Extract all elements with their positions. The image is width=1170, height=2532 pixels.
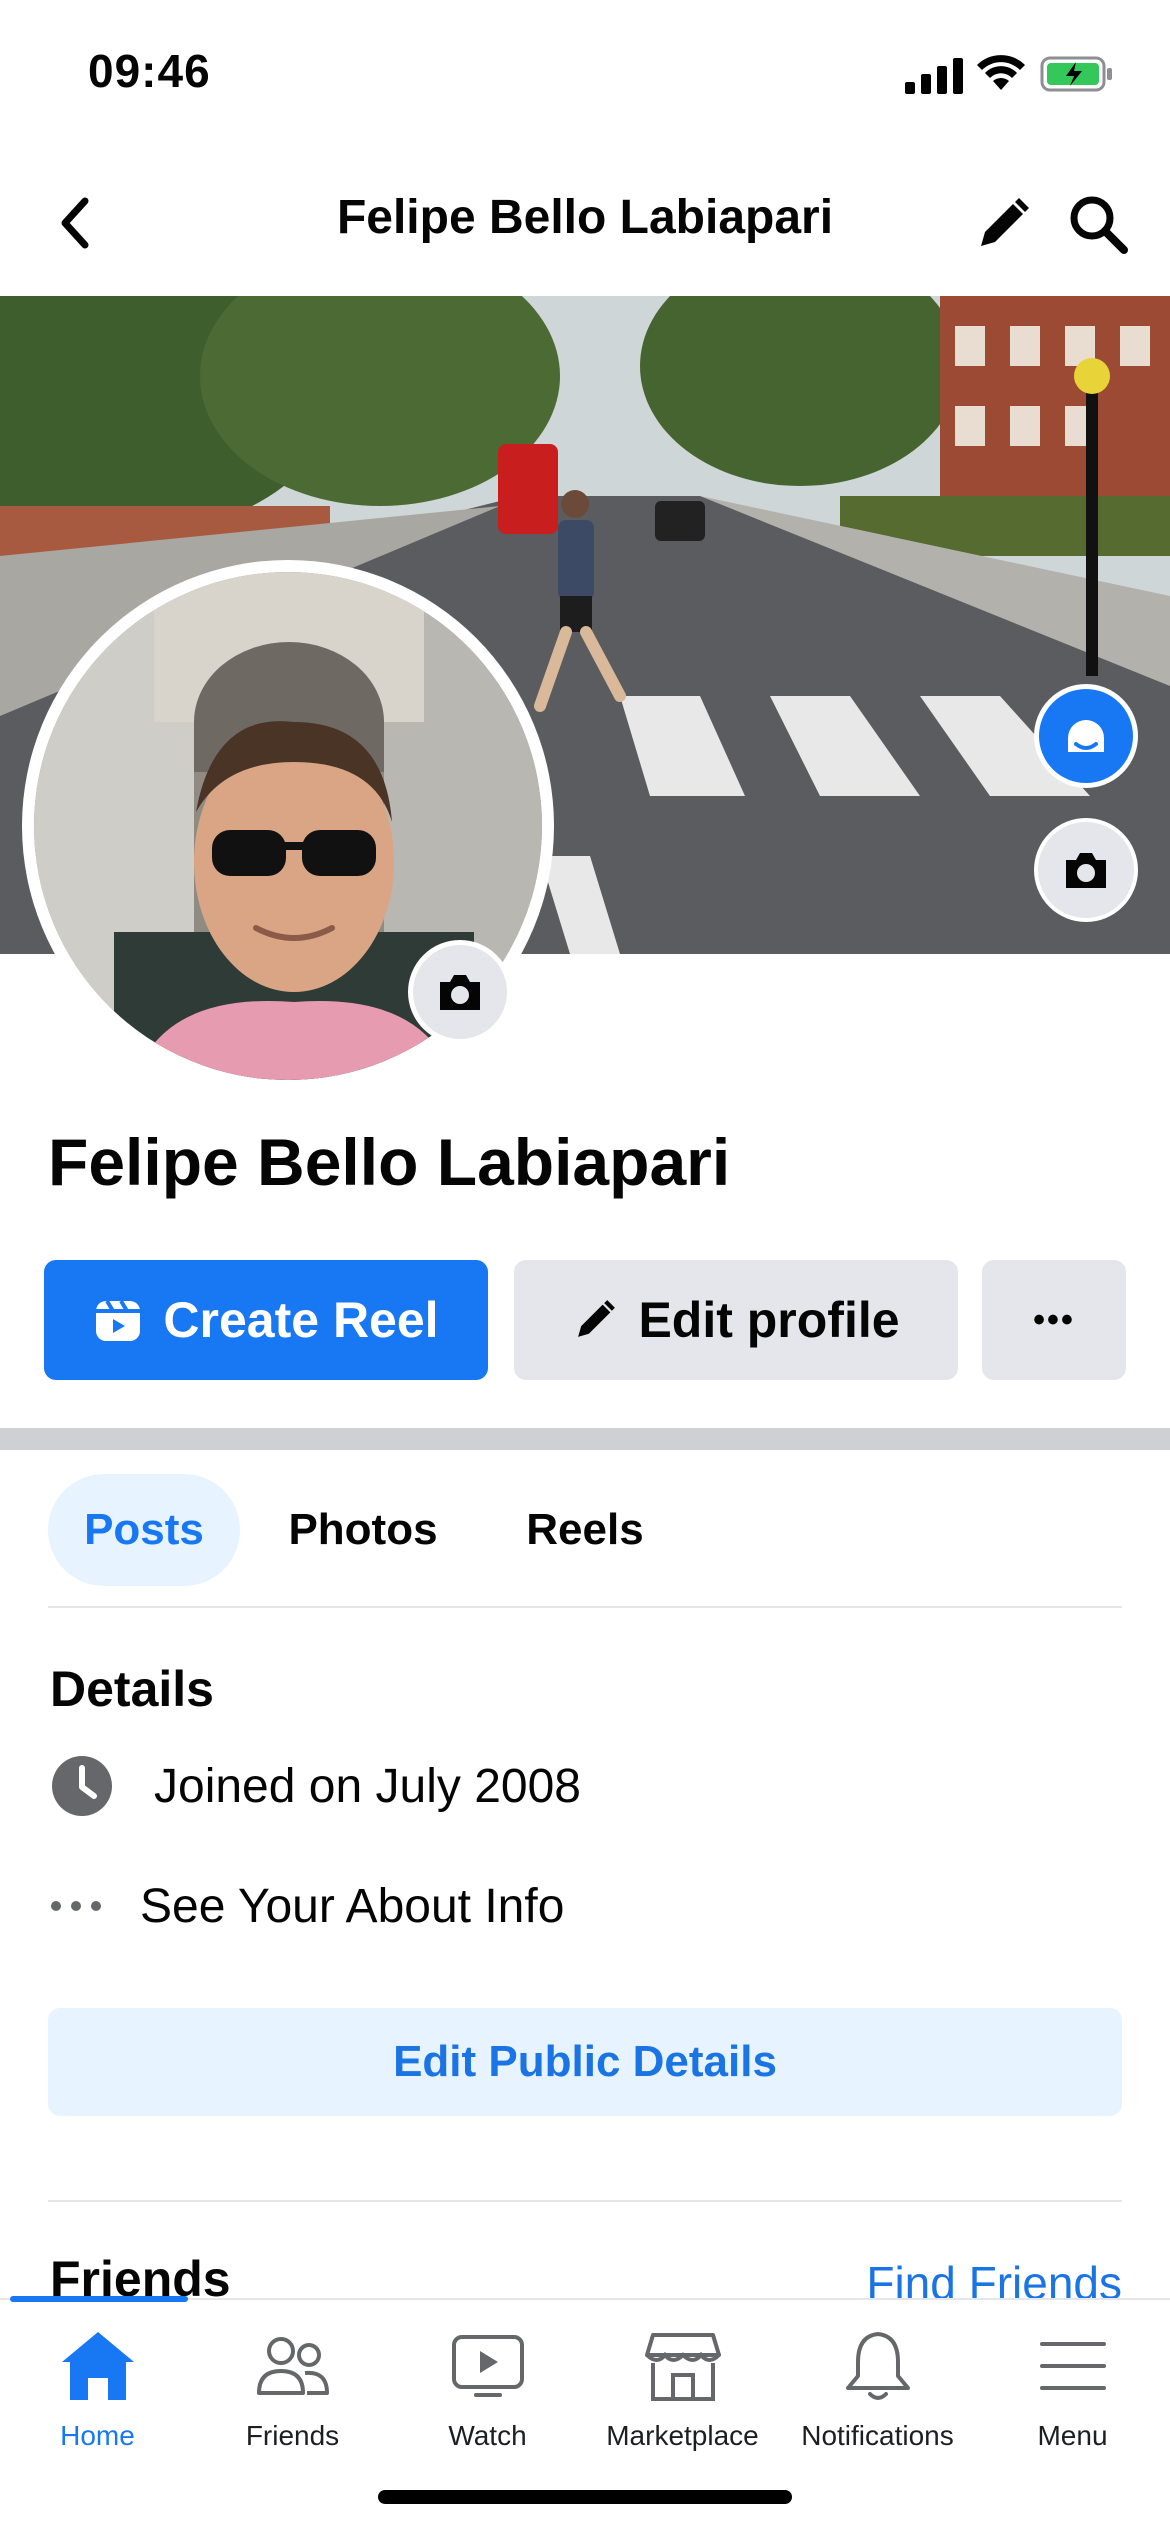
- details-divider: [48, 2200, 1122, 2202]
- tabbar-friends[interactable]: Friends: [195, 2326, 390, 2476]
- profile-name: Felipe Bello Labiapari: [48, 1125, 731, 1199]
- back-arrow-icon: [61, 197, 89, 249]
- active-tab-indicator: [10, 2296, 188, 2302]
- tabbar-notifications[interactable]: Notifications: [780, 2326, 975, 2476]
- tabbar-marketplace-label: Marketplace: [606, 2420, 759, 2451]
- reel-icon: [96, 1299, 141, 1341]
- profile-tabs: Posts Photos Reels: [48, 1474, 1122, 1586]
- tabbar-menu[interactable]: Menu: [975, 2326, 1170, 2476]
- tabbar-notifications-label: Notifications: [801, 2420, 954, 2451]
- bell-icon: [845, 2332, 910, 2400]
- clock-icon: [52, 1756, 112, 1816]
- watch-icon: [451, 2335, 524, 2397]
- header-title: Felipe Bello Labiapari: [336, 191, 834, 244]
- pencil-icon: [981, 198, 1029, 246]
- cover-camera-button[interactable]: [1034, 818, 1138, 922]
- edit-profile-label: Edit profile: [638, 1292, 900, 1348]
- tabbar-home-label: Home: [60, 2420, 135, 2451]
- tabbar-friends-label: Friends: [245, 2420, 340, 2451]
- tabbar-marketplace[interactable]: Marketplace: [585, 2326, 780, 2476]
- avatar-button[interactable]: [1034, 684, 1138, 788]
- home-icon: [61, 2332, 134, 2400]
- tabbar-menu-label: Menu: [1037, 2420, 1108, 2451]
- wifi-icon: [977, 55, 1025, 90]
- more-options-label: •••: [1033, 1300, 1075, 1339]
- detail-about-text: See Your About Info: [140, 1879, 565, 1933]
- home-indicator: [378, 2490, 792, 2504]
- detail-joined: Joined on July 2008: [50, 1746, 1050, 1826]
- create-reel-label: Create Reel: [163, 1292, 439, 1348]
- avatar-icon: [1068, 720, 1104, 752]
- signal-icon: [905, 58, 963, 94]
- tabbar-watch[interactable]: Watch: [390, 2326, 585, 2476]
- tabs-divider: [48, 1606, 1122, 1608]
- detail-joined-text: Joined on July 2008: [154, 1759, 581, 1813]
- tabbar-watch-label: Watch: [448, 2420, 527, 2451]
- marketplace-icon: [644, 2333, 721, 2401]
- battery-charging-icon: [1040, 56, 1112, 92]
- edit-profile-button[interactable]: Edit profile: [514, 1260, 958, 1380]
- tab-reels[interactable]: Reels: [500, 1474, 670, 1586]
- tab-photos[interactable]: Photos: [268, 1474, 458, 1586]
- menu-icon: [1039, 2342, 1106, 2390]
- tabbar-home[interactable]: Home: [0, 2326, 195, 2476]
- detail-about[interactable]: See Your About Info: [50, 1866, 1050, 1946]
- status-bar: 09:46: [0, 0, 1170, 150]
- more-options-button[interactable]: •••: [982, 1260, 1126, 1380]
- profile-actions: Create Reel Edit profile •••: [44, 1260, 1128, 1380]
- status-time: 09:46: [88, 45, 211, 97]
- back-button[interactable]: [40, 188, 110, 258]
- details-heading: Details: [50, 1661, 214, 1717]
- create-reel-button[interactable]: Create Reel: [44, 1260, 488, 1380]
- edit-public-details-button[interactable]: Edit Public Details: [48, 2008, 1122, 2116]
- search-icon: [1070, 196, 1128, 254]
- edit-button[interactable]: [965, 186, 1041, 262]
- camera-icon: [440, 975, 480, 1010]
- search-button[interactable]: [1060, 186, 1136, 262]
- camera-icon: [1066, 853, 1106, 888]
- profile-header: Felipe Bello Labiapari: [0, 150, 1170, 296]
- profile-camera-button[interactable]: [408, 940, 512, 1044]
- dots-icon: [51, 1901, 101, 1911]
- tab-posts[interactable]: Posts: [48, 1474, 240, 1586]
- section-divider: [0, 1428, 1170, 1450]
- friends-icon: [256, 2337, 329, 2395]
- pencil-icon: [578, 1300, 616, 1337]
